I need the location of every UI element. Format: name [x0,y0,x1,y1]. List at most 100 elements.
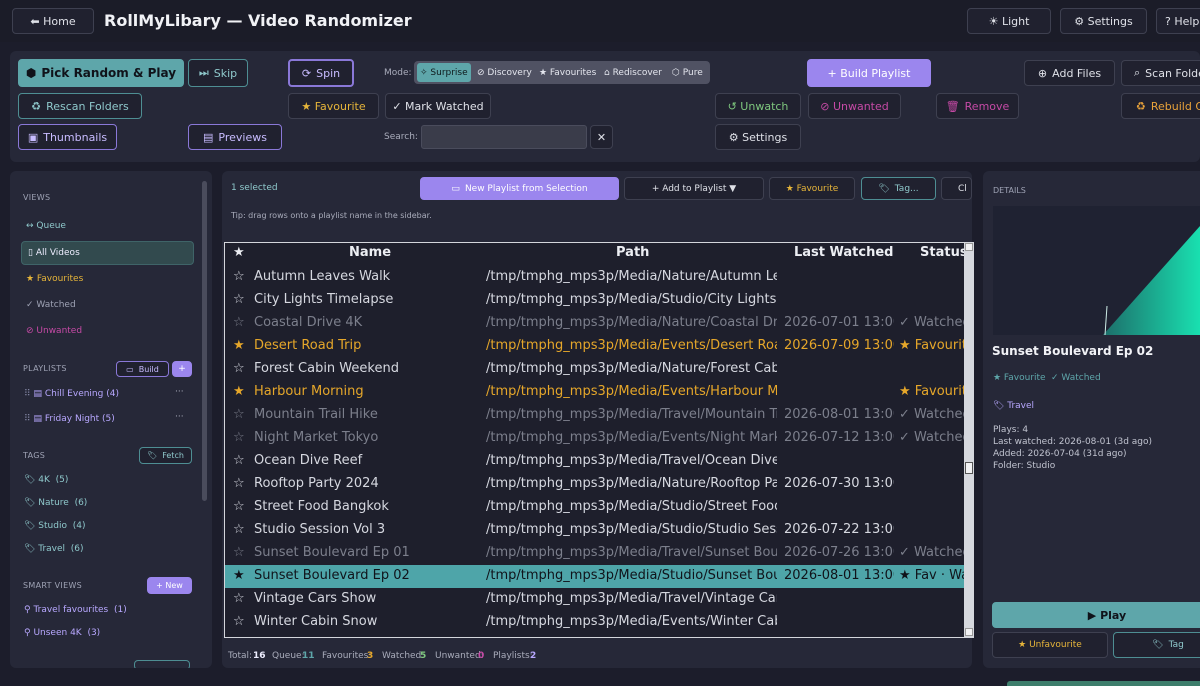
selection-count: 1 selected [231,183,278,193]
light-theme-button[interactable]: ☀ Light [967,8,1051,34]
star-icon[interactable]: ☆ [233,315,247,330]
playlist-more-icon[interactable]: ··· [175,412,184,422]
details-tag-button[interactable]: 🏷 Tag [1113,632,1200,658]
play-button[interactable]: ▶ Play [992,602,1200,628]
mode-discovery[interactable]: ⊘ Discovery [474,63,535,82]
scroll-down-arrow[interactable] [965,628,973,636]
table-row[interactable]: ☆ Autumn Leaves Walk/tmp/tmphg_mps3p/Medi… [225,266,964,289]
table-row[interactable]: ☆ Street Food Bangkok/tmp/tmphg_mps3p/Med… [225,496,964,519]
star-icon[interactable]: ☆ [233,361,247,376]
table-scrollbar[interactable] [964,242,974,638]
scroll-thumb[interactable] [965,462,973,474]
remove-button[interactable]: 🗑 Remove [936,93,1019,119]
sidebar-tag-travel[interactable]: 🏷 Travel (6) [24,544,84,554]
star-icon[interactable]: ☆ [233,591,247,606]
settings-button[interactable]: ⚙ Settings [1060,8,1147,34]
add-playlist-button[interactable]: + [172,361,192,377]
search-input[interactable] [421,125,587,149]
sidebar-item-watched[interactable]: ✓ Watched [26,300,76,310]
star-icon[interactable]: ★ [233,384,247,399]
mode-rediscover[interactable]: ⌂ Rediscover [601,63,665,82]
star-icon[interactable]: ☆ [233,407,247,422]
sidebar-smart-travel-favourites[interactable]: ⚲ Travel favourites (1) [24,605,127,615]
rescan-folders-button[interactable]: ♻ Rescan Folders [18,93,142,119]
sidebar-playlist-friday-night[interactable]: ⠿ ▤ Friday Night (5) [24,414,115,424]
table-row[interactable]: ☆ Vintage Cars Show/tmp/tmphg_mps3p/Media… [225,588,964,611]
refresh-icon: ♻ [31,99,42,113]
new-playlist-from-selection-button[interactable]: ▭ New Playlist from Selection [420,177,619,200]
table-row[interactable]: ★ Desert Road Trip/tmp/tmphg_mps3p/Media/… [225,335,964,358]
sidebar-tag-nature[interactable]: 🏷 Nature (6) [24,498,87,508]
playlist-more-icon[interactable]: ··· [175,387,184,397]
table-row[interactable]: ☆ City Lights Timelapse/tmp/tmphg_mps3p/M… [225,289,964,312]
mode-favourites[interactable]: ★ Favourites [536,63,599,82]
rebuild-queue-button[interactable]: ♻ Rebuild Queue [1121,93,1200,119]
star-icon[interactable]: ☆ [233,614,247,629]
build-playlist-sidebar-button[interactable]: ▭ Build [116,361,169,377]
table-row[interactable]: ☆ Forest Cabin Weekend/tmp/tmphg_mps3p/Me… [225,358,964,381]
table-row[interactable]: ★ Harbour Morning/tmp/tmphg_mps3p/Media/E… [225,381,964,404]
sidebar-smart-unseen-4k[interactable]: ⚲ Unseen 4K (3) [24,628,100,638]
add-to-playlist-dropdown[interactable]: + Add to Playlist ▼ [624,177,764,200]
pick-random-play-button[interactable]: ⬢ Pick Random & Play [18,59,184,87]
column-header-path[interactable]: Path [616,245,649,260]
details-tag[interactable]: 🏷 Travel [993,401,1034,411]
column-header-status[interactable]: Status [920,245,964,260]
favourite-selection-button[interactable]: ★ Favourite [769,177,855,200]
new-smart-view-button[interactable]: + New [147,577,192,594]
star-icon[interactable]: ☆ [233,545,247,560]
sidebar-playlist-chill-evening[interactable]: ⠿ ▤ Chill Evening (4) [24,389,119,399]
clear-selection-button[interactable]: Cl [941,177,972,200]
home-button[interactable]: ⬅ Home [12,8,94,34]
column-header-last-watched[interactable]: Last Watched [794,245,893,260]
column-header-name[interactable]: Name [349,245,391,260]
star-icon[interactable]: ☆ [233,476,247,491]
sidebar-partial-button[interactable] [134,660,190,668]
sidebar-item-all-videos[interactable]: ▯ All Videos [21,241,194,265]
star-icon[interactable]: ☆ [233,269,247,284]
sidebar-scrollbar[interactable] [202,181,207,501]
table-row[interactable]: ☆ Rooftop Party 2024/tmp/tmphg_mps3p/Medi… [225,473,964,496]
skip-button[interactable]: ⏭ Skip [188,59,248,87]
table-row[interactable]: ☆ Studio Session Vol 3/tmp/tmphg_mps3p/Me… [225,519,964,542]
star-icon[interactable]: ☆ [233,522,247,537]
add-files-button[interactable]: ⊕ Add Files [1024,60,1115,86]
mode-pure[interactable]: ⬡ Pure [669,63,706,82]
unfavourite-button[interactable]: ★ Unfavourite [992,632,1108,658]
clear-search-button[interactable]: ✕ [590,125,613,149]
column-header-star[interactable]: ★ [233,245,245,260]
star-icon[interactable]: ☆ [233,430,247,445]
sidebar-item-favourites[interactable]: ★ Favourites [26,274,83,284]
sidebar-item-queue[interactable]: ↔ Queue [26,221,66,231]
thumbnails-button[interactable]: ▣ Thumbnails [18,124,117,150]
table-row[interactable]: ☆ Sunset Boulevard Ep 01/tmp/tmphg_mps3p/… [225,542,964,565]
unwatch-button[interactable]: ↺ Unwatch [715,93,801,119]
table-row[interactable]: ☆ Mountain Trail Hike/tmp/tmphg_mps3p/Med… [225,404,964,427]
toolbar-settings-button[interactable]: ⚙ Settings [715,124,801,150]
mode-surprise[interactable]: ✧ Surprise [417,63,471,82]
table-row[interactable]: ☆ Ocean Dive Reef/tmp/tmphg_mps3p/Media/T… [225,450,964,473]
scan-folder-button[interactable]: ⌕ Scan Folder [1121,60,1200,86]
star-icon[interactable]: ☆ [233,453,247,468]
star-icon[interactable]: ☆ [233,292,247,307]
previews-button[interactable]: ▤ Previews [188,124,282,150]
table-row[interactable]: ★ Sunset Boulevard Ep 02/tmp/tmphg_mps3p/… [225,565,964,588]
table-row[interactable]: ☆ Coastal Drive 4K/tmp/tmphg_mps3p/Media/… [225,312,964,335]
spin-button[interactable]: ⟳ Spin [288,59,354,87]
mark-watched-button[interactable]: ✓ Mark Watched [385,93,491,119]
scroll-up-arrow[interactable] [965,243,973,251]
table-row[interactable]: ☆ Night Market Tokyo/tmp/tmphg_mps3p/Medi… [225,427,964,450]
star-icon[interactable]: ★ [233,338,247,353]
sidebar-tag-4k[interactable]: 🏷 4K (5) [24,475,68,485]
sidebar-item-unwanted[interactable]: ⊘ Unwanted [26,326,82,336]
build-playlist-button[interactable]: + Build Playlist [807,59,931,87]
star-icon[interactable]: ☆ [233,499,247,514]
fetch-tags-button[interactable]: 🏷 Fetch [139,447,192,464]
star-icon[interactable]: ★ [233,568,247,583]
favourite-button[interactable]: ★ Favourite [288,93,379,119]
help-button[interactable]: ? Help [1156,8,1200,34]
sidebar-tag-studio[interactable]: 🏷 Studio (4) [24,521,85,531]
tag-selection-button[interactable]: 🏷 Tag... [861,177,936,200]
table-row[interactable]: ☆ Winter Cabin Snow/tmp/tmphg_mps3p/Media… [225,611,964,634]
unwanted-button[interactable]: ⊘ Unwanted [808,93,901,119]
